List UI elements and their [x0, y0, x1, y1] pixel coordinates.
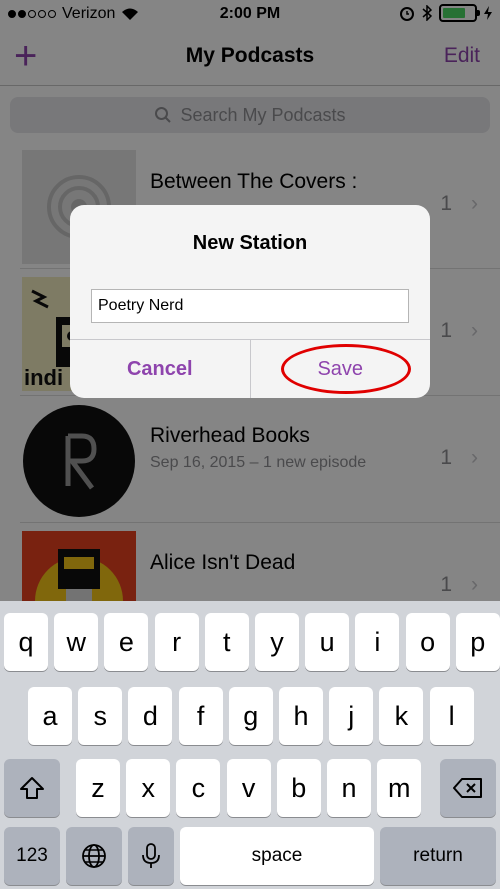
key-l[interactable]: l — [429, 687, 474, 745]
cancel-button[interactable]: Cancel — [70, 340, 251, 398]
key-n[interactable]: n — [327, 759, 371, 817]
globe-key[interactable] — [66, 827, 122, 885]
key-c[interactable]: c — [176, 759, 221, 817]
key-k[interactable]: k — [379, 687, 424, 745]
dialog-title: New Station — [192, 232, 308, 254]
key-e[interactable]: e — [104, 613, 149, 671]
station-name-input[interactable] — [91, 289, 409, 323]
keyboard: qwertyuiop asdfghjkl zxcvbnm 123 space r… — [0, 601, 500, 889]
return-key[interactable]: return — [380, 827, 496, 885]
key-q[interactable]: q — [4, 613, 48, 671]
key-r[interactable]: r — [154, 613, 199, 671]
new-station-dialog: New Station Cancel Save — [70, 205, 430, 398]
save-highlight-circle — [281, 344, 411, 394]
key-z[interactable]: z — [76, 759, 120, 817]
key-j[interactable]: j — [329, 687, 374, 745]
key-m[interactable]: m — [377, 759, 422, 817]
key-i[interactable]: i — [355, 613, 400, 671]
key-p[interactable]: p — [455, 613, 500, 671]
key-u[interactable]: u — [305, 613, 350, 671]
key-g[interactable]: g — [228, 687, 273, 745]
key-w[interactable]: w — [54, 613, 99, 671]
key-o[interactable]: o — [405, 613, 450, 671]
key-b[interactable]: b — [276, 759, 321, 817]
key-s[interactable]: s — [78, 687, 123, 745]
shift-key[interactable] — [4, 759, 60, 817]
space-key[interactable]: space — [180, 827, 374, 885]
globe-icon — [82, 844, 106, 868]
delete-key[interactable] — [440, 759, 496, 817]
key-v[interactable]: v — [226, 759, 271, 817]
key-a[interactable]: a — [28, 687, 72, 745]
microphone-icon — [142, 843, 160, 868]
numbers-key[interactable]: 123 — [4, 827, 60, 885]
key-t[interactable]: t — [204, 613, 249, 671]
shift-icon — [20, 777, 44, 799]
key-d[interactable]: d — [128, 687, 173, 745]
key-h[interactable]: h — [279, 687, 323, 745]
key-f[interactable]: f — [178, 687, 223, 745]
dictation-key[interactable] — [128, 827, 174, 885]
key-y[interactable]: y — [255, 613, 299, 671]
backspace-icon — [453, 778, 482, 798]
key-x[interactable]: x — [126, 759, 171, 817]
